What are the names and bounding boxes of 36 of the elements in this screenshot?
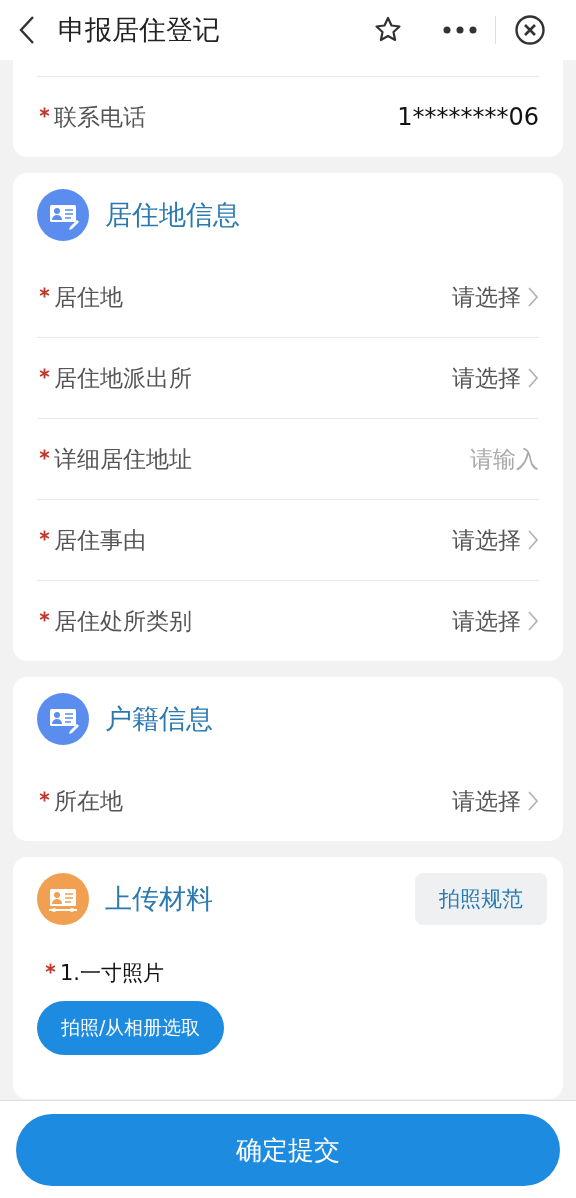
select-value: 请选择 [452,786,521,816]
form-row[interactable]: 联系电话 1********06 [37,76,539,157]
upload-item-label: 1.一寸照片 [60,960,165,987]
select-value: 请选择 [452,525,521,555]
submit-button[interactable]: 确定提交 [16,1114,560,1186]
field-label: 居住事由 [54,525,147,555]
pick-photo-button[interactable]: 拍照/从相册选取 [37,1001,225,1055]
field-label: 居住处所类别 [54,606,193,636]
form-row[interactable]: 居住地 请选择 [37,257,539,337]
field-label: 所在地 [54,786,124,816]
more-icon[interactable] [443,26,477,34]
form-row[interactable]: 居住事由 请选择 [37,499,539,580]
chevron-right-icon [527,286,539,308]
section-title: 居住地信息 [105,198,241,232]
field-label: 联系电话 [54,102,147,132]
field-label: 居住地 [54,282,124,312]
form-row[interactable]: 所在地 请选择 [37,761,539,841]
select-value: 请选择 [452,282,521,312]
phone-value: 1********06 [397,103,539,131]
form-row[interactable]: 居住地派出所 请选择 [37,337,539,418]
section-title: 上传材料 [105,882,214,916]
back-icon[interactable] [18,15,36,45]
chevron-right-icon [527,790,539,812]
photo-guide-button[interactable]: 拍照规范 [415,873,547,925]
chevron-right-icon [527,529,539,551]
page-title: 申报居住登记 [58,13,221,47]
chevron-right-icon [527,610,539,632]
field-label: 居住地派出所 [54,363,193,393]
form-row[interactable]: 详细居住地址 请输入 [37,418,539,499]
select-value: 请选择 [452,363,521,393]
close-icon[interactable] [514,14,546,46]
chevron-right-icon [527,367,539,389]
form-row[interactable]: 居住处所类别 请选择 [37,580,539,661]
select-value: 请选择 [452,606,521,636]
section-title: 户籍信息 [105,702,214,736]
field-label: 详细居住地址 [54,444,193,474]
